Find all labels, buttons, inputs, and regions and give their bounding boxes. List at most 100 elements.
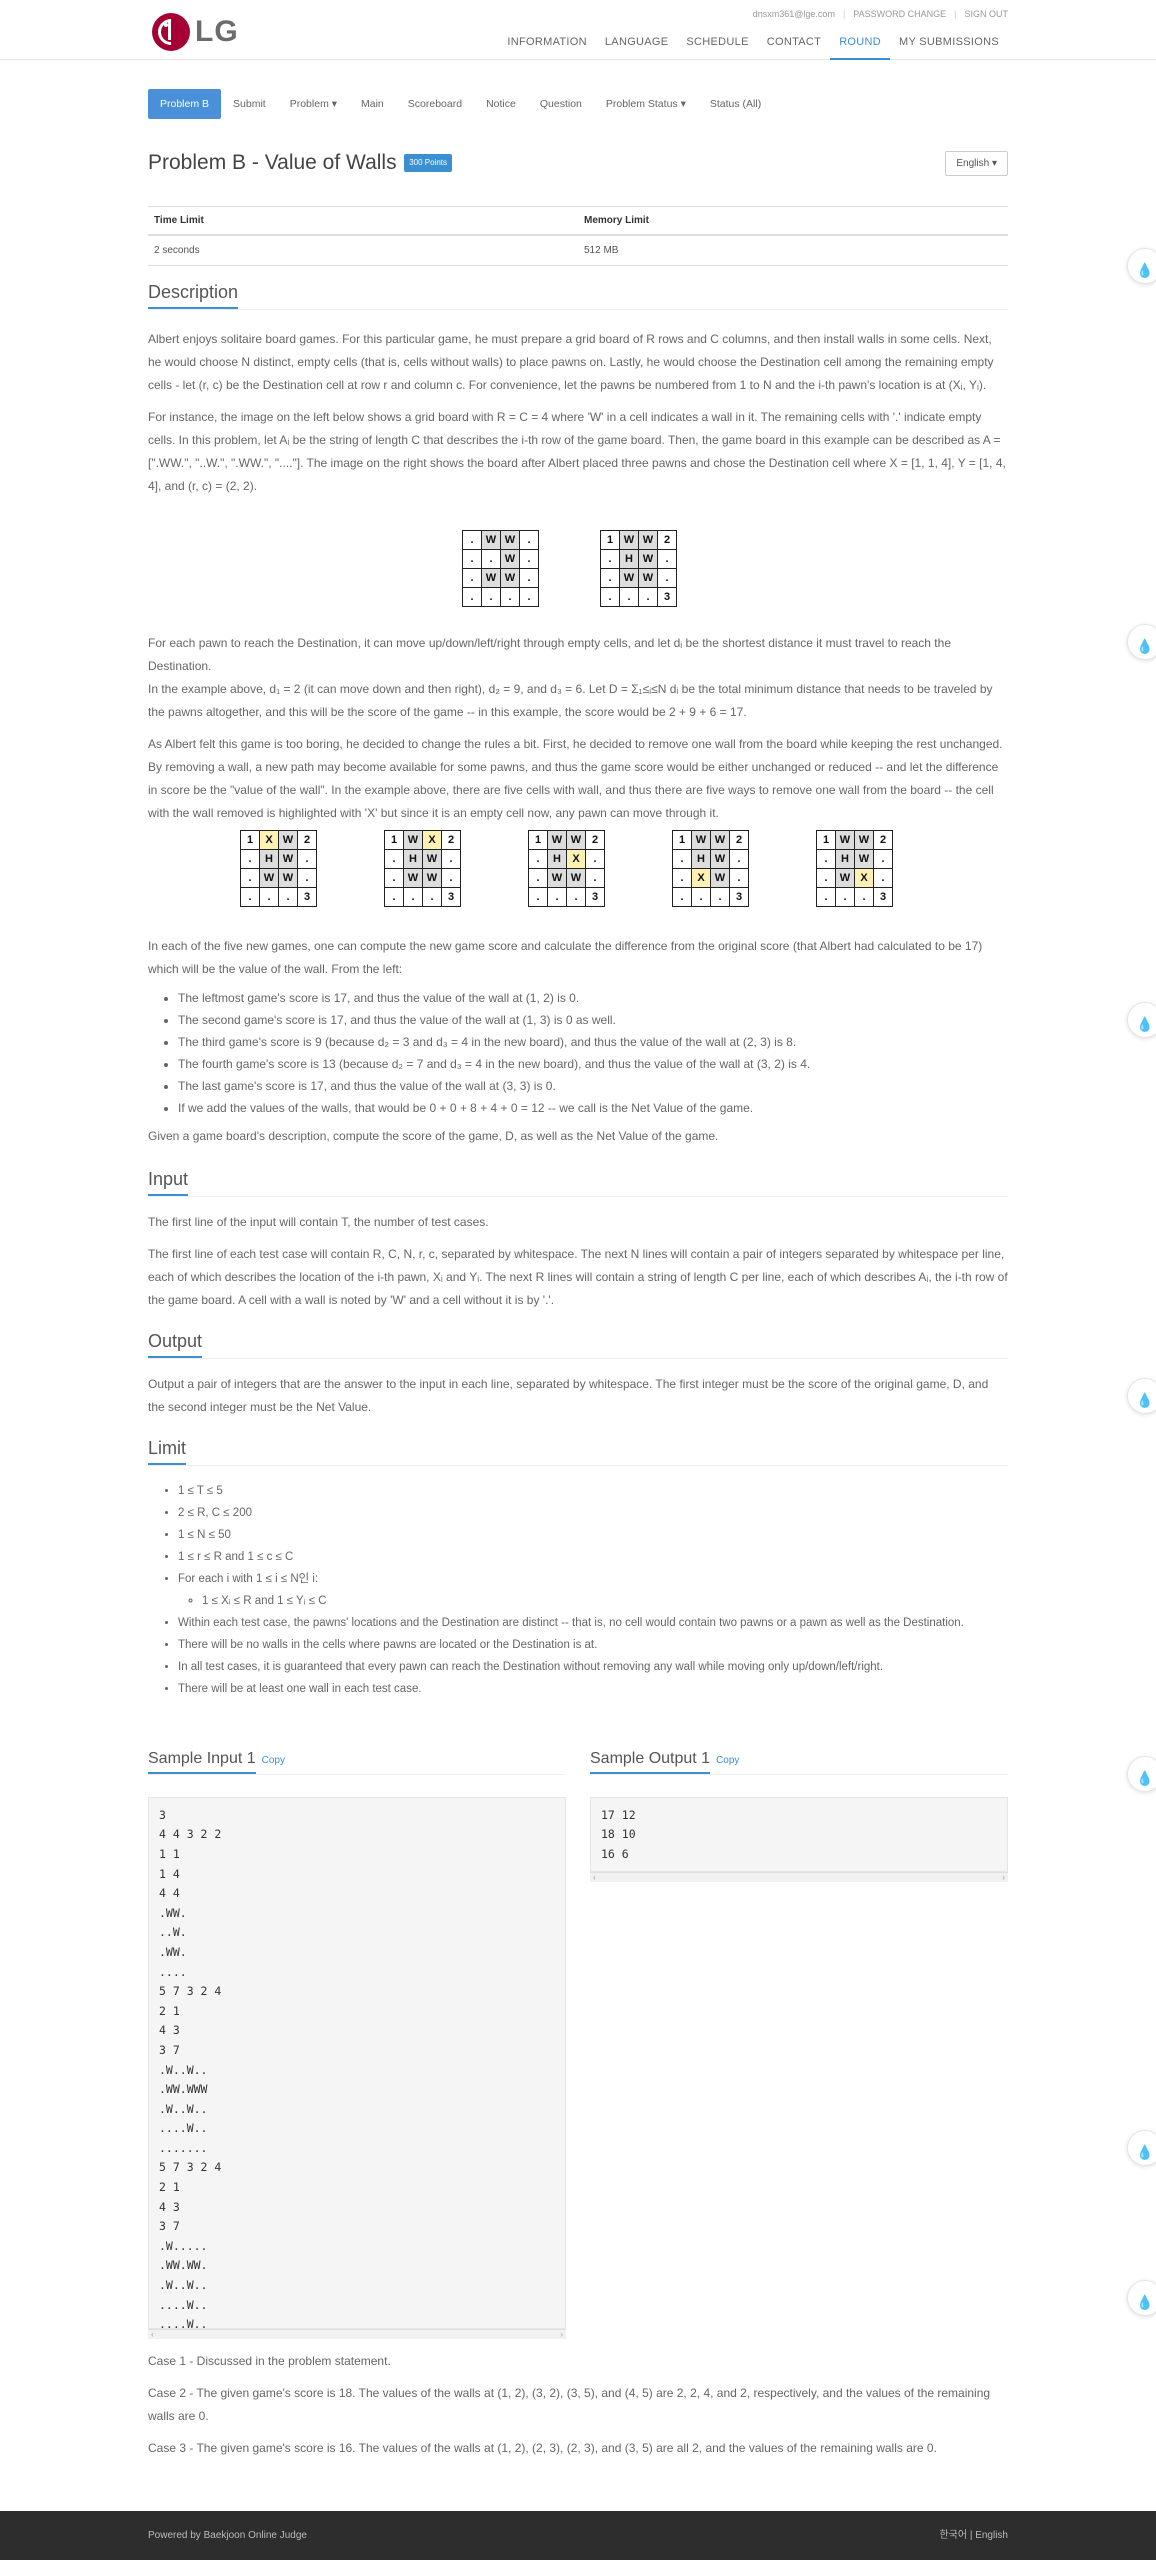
input-paragraph: The first line of each test case will co… [148,1247,1008,1308]
password-change-link[interactable]: PASSWORD CHANGE [853,7,946,22]
grid-cell: W [422,849,442,869]
user-email-link[interactable]: dnsxm361@lge.com [753,7,835,22]
grid-cell: . [528,868,548,888]
grid-cell: . [240,887,260,907]
grid-cell: W [500,549,520,569]
footer-powered-by[interactable]: Powered by Baekjoon Online Judge [148,2527,307,2544]
grid-cell: W [566,830,586,850]
description-body: Albert enjoys solitaire board games. For… [148,328,1008,498]
grid-cell: . [691,887,711,907]
description-paragraph: As Albert felt this game is too boring, … [148,737,1003,820]
floating-translate-button[interactable]: 💧 [1127,2280,1156,2316]
grid-cell: W [835,830,855,850]
grid-cell: W [619,568,639,588]
time-limit-header: Time Limit [148,206,578,237]
tab-scoreboard[interactable]: Scoreboard [396,89,474,119]
nav-round[interactable]: ROUND [830,33,891,60]
nav-contact[interactable]: CONTACT [758,33,830,60]
grid-cell: W [422,868,442,888]
grid-cell: . [403,887,423,907]
grid-cell: W [710,868,730,888]
grid-cell: . [422,887,442,907]
grid-cell: . [638,587,658,607]
tab-notice[interactable]: Notice [474,89,528,119]
copy-output-button[interactable]: Copy [716,1755,739,1766]
memory-limit-value: 512 MB [578,235,1008,267]
grid-cell: . [710,887,730,907]
grid-cell: . [519,587,539,607]
description-paragraph: For instance, the image on the left belo… [148,410,1006,493]
grid-cell: W [619,530,639,550]
nav-information[interactable]: INFORMATION [498,33,595,60]
lg-logo[interactable]: LG [152,11,239,53]
grid-cell: . [481,549,501,569]
list-item: Within each test case, the pawns' locati… [178,1612,1008,1634]
list-item: The second game's score is 17, and thus … [178,1009,1008,1031]
floating-translate-button[interactable]: 💧 [1127,1002,1156,1038]
floating-translate-button[interactable]: 💧 [1127,1378,1156,1414]
grid-cell: . [519,568,539,588]
language-dropdown[interactable]: English ▾ [945,151,1008,177]
sample-output-code[interactable]: 17 12 18 10 16 6 [590,1796,1008,1872]
tab-problem-status[interactable]: Problem Status ▾ [594,89,698,119]
grid-cell: 3 [297,887,317,907]
grid-cell: W [278,868,298,888]
tab-problem-dropdown[interactable]: Problem ▾ [278,89,349,119]
grid-cell: 2 [297,830,317,850]
grid-cell: H [403,849,423,869]
floating-translate-button[interactable]: 💧 [1127,1756,1156,1792]
nav-schedule[interactable]: SCHEDULE [677,33,757,60]
description-body-2: For each pawn to reach the Destination, … [148,632,1008,825]
grid-cell: . [816,887,836,907]
list-item: For each i with 1 ≤ i ≤ N인 i: 1 ≤ Xᵢ ≤ R… [178,1568,1008,1612]
nav-language[interactable]: LANGUAGE [596,33,678,60]
horizontal-scrollbar[interactable]: ‹ › [590,1871,1008,1882]
tab-question[interactable]: Question [528,89,594,119]
grid-cell: W [854,849,874,869]
grid-cell: W [481,568,501,588]
grid-cell: . [854,887,874,907]
footer-language-links[interactable]: 한국어 | English [939,2527,1008,2544]
list-item: The leftmost game's score is 17, and thu… [178,987,1008,1009]
nav-my-submissions[interactable]: MY SUBMISSIONS [890,33,1008,60]
floating-translate-button[interactable]: 💧 [1127,2130,1156,2166]
floating-translate-button[interactable]: 💧 [1127,248,1156,284]
tab-submit[interactable]: Submit [221,89,278,119]
list-item: There will be at least one wall in each … [178,1678,1008,1700]
floating-translate-button[interactable]: 💧 [1127,624,1156,660]
copy-input-button[interactable]: Copy [262,1755,285,1766]
input-section: Input The first line of the input will c… [148,1168,1008,1312]
grid-cell: X [422,830,442,850]
grid-cell: 3 [585,887,605,907]
grid-cell: W [403,868,423,888]
example-grid: 1WX2.HW..WW....3 [384,830,461,907]
horizontal-scrollbar[interactable]: ‹ › [148,2328,566,2339]
tab-status-all[interactable]: Status (All) [698,89,773,119]
sample-input-code[interactable]: 3 4 4 3 2 2 1 1 1 4 4 4 .WW. ..W. .WW. .… [148,1796,566,2331]
grid-cell: H [835,849,855,869]
constraints-list: 1 ≤ T ≤ 5 2 ≤ R, C ≤ 200 1 ≤ N ≤ 50 1 ≤ … [148,1480,1008,1700]
list-item: The third game's score is 9 (because d₂ … [178,1031,1008,1053]
grid-cell: W [403,830,423,850]
grid-cell: W [566,868,586,888]
example-grid: 1XW2.HW..WW....3 [240,830,317,907]
tab-main[interactable]: Main [349,89,396,119]
output-section: Output Output a pair of integers that ar… [148,1330,1008,1419]
grid-cell: X [566,849,586,869]
grid-cell: W [835,868,855,888]
example-grid: 1WW2.HW..WX....3 [816,830,893,907]
list-item: 2 ≤ R, C ≤ 200 [178,1502,1008,1524]
grid-cell: W [638,530,658,550]
example-grid: 1WW2.HX..WW....3 [528,830,605,907]
example-grid: 1WW2.HW..WW....3 [600,530,677,607]
sign-out-link[interactable]: SIGN OUT [964,7,1008,22]
droplet-icon: 💧 [1136,1016,1154,1032]
grid-cell: . [384,868,404,888]
list-item: 1 ≤ Xᵢ ≤ R and 1 ≤ Yᵢ ≤ C [202,1590,1008,1612]
grid-cell: . [240,849,260,869]
grid-cell: W [500,568,520,588]
grid-cell: 1 [240,830,260,850]
tab-problem-b[interactable]: Problem B [148,89,222,119]
sample-output-section: Sample Output 1 Copy 17 12 18 10 16 6 ‹ › [590,1748,1008,1882]
grid-cell: 1 [672,830,692,850]
